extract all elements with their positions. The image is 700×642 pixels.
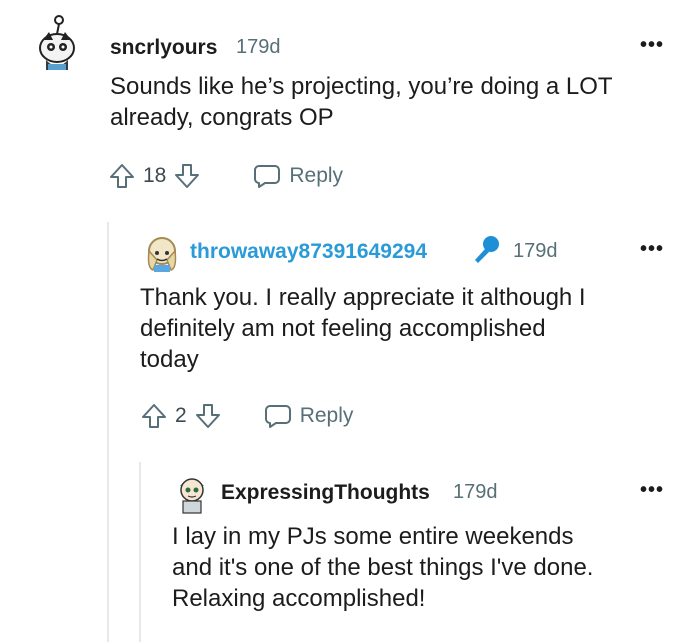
more-options-icon[interactable]: •••	[640, 480, 664, 500]
comment-body-line: and it's one of the best things I've don…	[172, 554, 594, 581]
comment: ExpressingThoughts 179d ••• I lay in my …	[0, 0, 700, 642]
comment-body: I lay in my PJs some entire weekends and…	[172, 521, 687, 614]
timestamp: 179d	[453, 481, 498, 503]
username[interactable]: ExpressingThoughts	[221, 481, 430, 505]
comment-body-line: Relaxing accomplished!	[172, 585, 426, 612]
avatar[interactable]	[174, 472, 210, 514]
comment-body-line: I lay in my PJs some entire weekends	[172, 523, 574, 550]
